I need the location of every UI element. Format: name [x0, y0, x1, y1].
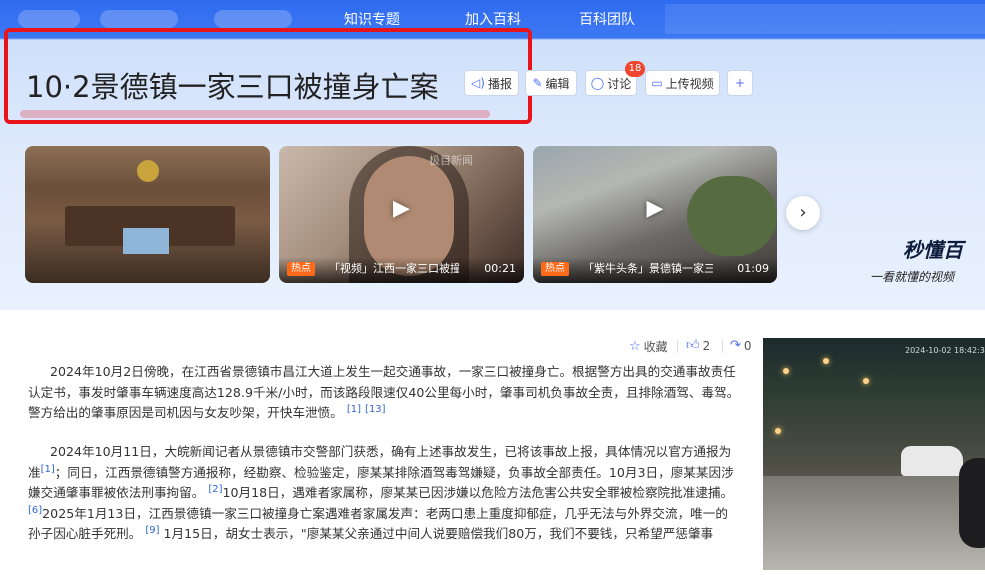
nav-blurred-item [100, 10, 178, 28]
play-icon[interactable]: ▶ [388, 195, 416, 223]
street-light [775, 428, 781, 434]
paragraph-text: 1月15日，胡女士表示，"廖某某父亲通过中间人说要赔偿我们80万，我们不要钱，只… [163, 526, 714, 541]
nav-baike-team[interactable]: 百科团队 [579, 11, 635, 29]
hot-badge: 热点 [541, 262, 569, 276]
video-duration: 01:09 [737, 262, 769, 275]
collect-label: 收藏 [643, 340, 668, 354]
video-watermark: 极目新闻 [429, 154, 473, 167]
nav-blurred-search [665, 4, 985, 34]
paragraph-2: 2024年10月11日，大皖新闻记者从景德镇市交警部门获悉，确有上述事故发生，已… [28, 442, 740, 545]
video-scene-tree [687, 176, 777, 256]
street-light [823, 358, 829, 364]
paragraph-text: 10月18日，遇难者家属称，廖某某已因涉嫌以危险方法危害公共安全罪被检察院批准逮… [222, 485, 734, 500]
road-surface [763, 476, 985, 570]
discuss-count-badge: 18 [625, 61, 645, 77]
album-photo[interactable]: 2024-10-02 18:42:32 [763, 338, 985, 570]
collect-button[interactable]: ☆ 收藏 [629, 338, 668, 355]
nav-blurred-item [214, 10, 292, 28]
divider [677, 340, 678, 353]
edit-button[interactable]: ✎ 编辑 [525, 70, 577, 96]
nav-join-baike[interactable]: 加入百科 [465, 11, 521, 29]
video-caption: 「视频」江西一家三口被撞... [329, 262, 459, 275]
chevron-right-icon[interactable]: › [786, 196, 820, 230]
court-screen [123, 228, 169, 254]
emblem-icon [137, 160, 159, 182]
citation-link[interactable]: [9] [145, 525, 159, 536]
hot-badge: 热点 [287, 262, 315, 276]
photo-timestamp: 2024-10-02 18:42:32 [905, 346, 985, 355]
paragraph-1: 2024年10月2日傍晚，在江西省景德镇市昌江大道上发生一起交通事故，一家三口被… [28, 362, 740, 424]
share-count: 0 [743, 338, 752, 353]
share-button[interactable]: ↷ 0 [730, 338, 752, 353]
media-video-1[interactable]: 极目新闻 ▶ 热点 「视频」江西一家三口被撞... 00:21 [279, 146, 524, 283]
report-button[interactable]: ◁) 播报 [464, 70, 519, 96]
discuss-label: 讨论 [607, 76, 632, 91]
citation-link[interactable]: [13] [365, 404, 386, 415]
plus-icon: + [734, 76, 746, 90]
upload-video-button[interactable]: ▭ 上传视频 [645, 70, 720, 96]
report-label: 播报 [487, 76, 512, 91]
media-video-2[interactable]: ▶ 热点 「紫牛头条」景德镇一家三... 01:09 [533, 146, 777, 283]
title-highlight-box [4, 28, 532, 124]
divider [722, 340, 723, 353]
like-button[interactable]: 👍︎ 2 [686, 338, 710, 353]
pencil-icon: ✎ [532, 76, 543, 90]
video-caption: 「紫牛头条」景德镇一家三... [583, 262, 713, 275]
star-icon: ☆ [629, 339, 641, 354]
citation-link[interactable]: [1] [347, 404, 361, 415]
street-light [863, 378, 869, 384]
add-button[interactable]: + [727, 70, 753, 96]
citation-link[interactable]: [6] [28, 504, 42, 515]
car-shape [901, 446, 963, 476]
nav-knowledge-topics[interactable]: 知识专题 [344, 11, 400, 29]
blurred-foreground [959, 458, 985, 548]
street-light [783, 368, 789, 374]
video-duration: 00:21 [484, 262, 516, 275]
thumbs-up-icon: 👍︎ [686, 338, 700, 353]
media-thumbnail-courtroom[interactable] [25, 146, 270, 283]
citation-link[interactable]: [1] [41, 463, 55, 474]
play-icon[interactable]: ▶ [641, 195, 669, 223]
share-icon: ↷ [730, 338, 741, 353]
edit-label: 编辑 [545, 76, 570, 91]
citation-link[interactable]: [2] [208, 484, 222, 495]
video-camera-icon: ▭ [651, 76, 663, 90]
like-count: 2 [702, 338, 711, 353]
brand-slogan: 一看就懂的视频 [870, 270, 955, 284]
chat-bubble-icon: ◯ [590, 76, 605, 90]
miaodong-brand-logo: 秒懂百 [903, 238, 963, 262]
upload-video-label: 上传视频 [665, 76, 714, 91]
speaker-icon: ◁) [471, 76, 485, 90]
nav-blurred-logo [18, 10, 80, 28]
